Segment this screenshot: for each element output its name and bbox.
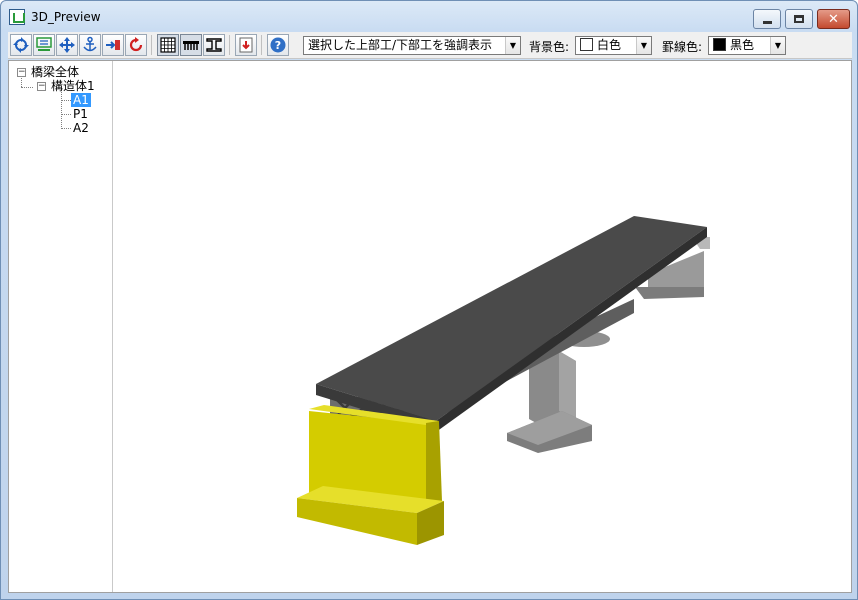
deck-top (316, 216, 707, 421)
anchor-icon (83, 36, 97, 52)
window-title: 3D_Preview (31, 10, 101, 24)
help-button[interactable]: ? (267, 34, 289, 56)
tree-connector (61, 128, 71, 129)
abutment-a1 (297, 405, 444, 545)
tree-connector (61, 114, 71, 115)
structure-tree[interactable]: − 橋梁全体 − 構造体1 A1 P1 A2 (9, 61, 113, 592)
export-button[interactable] (235, 34, 257, 56)
rotate-icon (13, 37, 29, 53)
toolbar-separator (261, 35, 262, 55)
tree-item-root[interactable]: 橋梁全体 (31, 65, 79, 79)
minimize-icon (762, 21, 772, 24)
client-area: − 橋梁全体 − 構造体1 A1 P1 A2 (8, 60, 852, 593)
minimize-button[interactable] (753, 9, 781, 29)
background-color-value: 白色 (597, 38, 622, 52)
background-label: 背景色: (529, 40, 570, 54)
background-swatch (580, 38, 593, 51)
zoom-icon (106, 40, 120, 50)
substructure-button[interactable] (203, 34, 225, 56)
export-icon (239, 37, 253, 53)
rotate-button[interactable] (10, 34, 32, 56)
line-color-select[interactable]: 黒色 ▼ (708, 36, 786, 55)
tree-connector (61, 92, 62, 129)
app-window: 3D_Preview ✕ ? 選択した上部工/下部工を強調表示 ▼ 背景色: 白… (0, 0, 858, 600)
tree-connector (21, 78, 22, 87)
pier-column-side (559, 351, 576, 419)
zoom-button[interactable] (102, 34, 124, 56)
app-icon (9, 9, 25, 25)
pan-button[interactable] (56, 34, 78, 56)
tree-connector (21, 87, 33, 88)
help-icon: ? (270, 37, 286, 53)
maximize-icon (794, 15, 804, 23)
toolbar-separator (229, 35, 230, 55)
close-button[interactable]: ✕ (817, 9, 850, 29)
collapse-icon[interactable]: − (17, 68, 26, 77)
tree-item-structure[interactable]: 構造体1 (51, 79, 95, 93)
anchor-button[interactable] (79, 34, 101, 56)
chevron-down-icon[interactable]: ▼ (636, 37, 651, 54)
tree-item-a2[interactable]: A2 (73, 121, 89, 135)
reset-view-button[interactable] (125, 34, 147, 56)
grid-icon (160, 37, 176, 53)
girder-icon (183, 41, 199, 50)
view-mode-select[interactable]: 選択した上部工/下部工を強調表示 ▼ (303, 36, 521, 55)
maximize-button[interactable] (785, 9, 813, 29)
collapse-icon[interactable]: − (37, 82, 46, 91)
toolbar: ? 選択した上部工/下部工を強調表示 ▼ 背景色: 白色 ▼ 罫線色: 黒色 ▼ (8, 32, 852, 59)
tree-item-a1[interactable]: A1 (71, 93, 91, 107)
svg-text:?: ? (275, 39, 281, 52)
bridge-model[interactable] (114, 61, 851, 592)
pier-icon (206, 38, 222, 52)
line-color-label: 罫線色: (662, 40, 703, 54)
3d-viewport[interactable] (114, 61, 851, 592)
new-view-button[interactable] (33, 34, 55, 56)
abutment-a1-wall-side (426, 421, 442, 507)
pan-icon (59, 37, 75, 53)
superstructure-button[interactable] (180, 34, 202, 56)
wireframe-button[interactable] (157, 34, 179, 56)
tree-connector (61, 100, 71, 101)
chevron-down-icon[interactable]: ▼ (770, 37, 785, 54)
chevron-down-icon[interactable]: ▼ (505, 37, 520, 54)
toolbar-separator (151, 35, 152, 55)
bridge-deck (316, 216, 707, 432)
background-color-select[interactable]: 白色 ▼ (575, 36, 652, 55)
line-color-value: 黒色 (730, 38, 755, 52)
reset-icon (129, 37, 143, 52)
view-mode-value: 選択した上部工/下部工を強調表示 (308, 38, 493, 52)
title-bar[interactable]: 3D_Preview ✕ (1, 1, 857, 31)
abutment-a2-footing (635, 287, 704, 299)
new-view-icon (36, 37, 52, 51)
tree-item-p1[interactable]: P1 (73, 107, 88, 121)
line-color-swatch (713, 38, 726, 51)
close-icon: ✕ (828, 11, 839, 27)
